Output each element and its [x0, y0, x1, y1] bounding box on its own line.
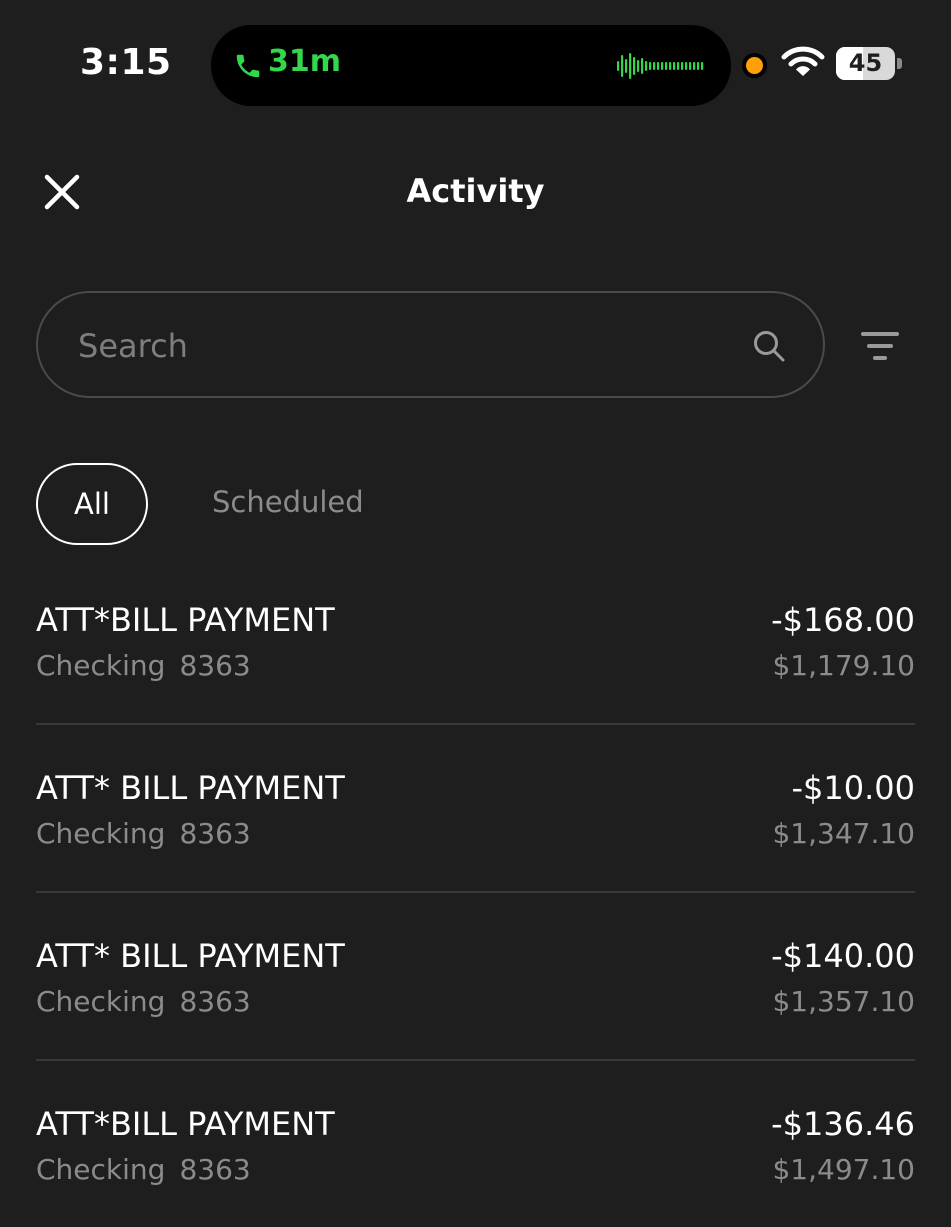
battery-icon: 45 [836, 47, 895, 80]
transaction-description: ATT* BILL PAYMENT [36, 769, 345, 807]
transaction-balance: $1,179.10 [772, 649, 915, 682]
status-time: 3:15 [80, 42, 172, 83]
phone-icon [236, 54, 260, 78]
transaction-amount: -$168.00 [771, 601, 915, 639]
account-name: Checking [36, 649, 166, 682]
waveform-bar [657, 62, 660, 70]
waveform-bar [673, 62, 676, 70]
transaction-balance: $1,347.10 [772, 817, 915, 850]
waveform-bar [701, 62, 704, 70]
transaction-description: ATT*BILL PAYMENT [36, 1105, 335, 1143]
waveform-bar [669, 62, 672, 70]
transaction-row[interactable]: ATT*BILL PAYMENT Checking 8363 -$168.00 $… [36, 555, 915, 723]
waveform-bar [617, 61, 620, 71]
transaction-account: Checking 8363 [36, 649, 251, 682]
waveform-bar [661, 62, 664, 70]
waveform-bar [641, 58, 644, 74]
transaction-row[interactable]: ATT*BILL PAYMENT Checking 8363 -$136.46 $… [36, 1059, 915, 1227]
battery-cap [897, 58, 902, 69]
waveform-bar [697, 62, 700, 70]
tab-all[interactable]: All [36, 463, 148, 545]
search-input[interactable] [78, 321, 718, 371]
waveform-icon [617, 53, 704, 79]
waveform-bar [625, 59, 628, 73]
waveform-bar [645, 61, 648, 71]
account-number: 8363 [179, 649, 251, 682]
filter-icon[interactable] [856, 324, 904, 368]
account-name: Checking [36, 817, 166, 850]
battery-level: 45 [848, 49, 883, 77]
transaction-amount: -$140.00 [771, 937, 915, 975]
transaction-description: ATT* BILL PAYMENT [36, 937, 345, 975]
account-number: 8363 [179, 1153, 251, 1186]
account-name: Checking [36, 985, 166, 1018]
transaction-balance: $1,497.10 [772, 1153, 915, 1186]
waveform-bar [637, 60, 640, 72]
waveform-bar [653, 62, 656, 70]
waveform-bar [689, 62, 692, 70]
transaction-account: Checking 8363 [36, 1153, 251, 1186]
privacy-indicator-dot [746, 57, 763, 74]
transaction-amount: -$10.00 [791, 769, 915, 807]
wifi-icon [781, 46, 825, 76]
waveform-bar [621, 55, 624, 77]
waveform-bar [693, 62, 696, 70]
transaction-account: Checking 8363 [36, 985, 251, 1018]
waveform-bar [677, 62, 680, 70]
transaction-description: ATT*BILL PAYMENT [36, 601, 335, 639]
waveform-bar [629, 53, 632, 79]
transaction-account: Checking 8363 [36, 817, 251, 850]
tab-scheduled[interactable]: Scheduled [212, 485, 364, 519]
transaction-amount: -$136.46 [771, 1105, 915, 1143]
account-number: 8363 [179, 817, 251, 850]
transaction-list: ATT*BILL PAYMENT Checking 8363 -$168.00 $… [36, 555, 915, 1227]
waveform-bar [633, 57, 636, 75]
waveform-bar [665, 62, 668, 70]
page-title: Activity [406, 172, 545, 210]
transaction-row[interactable]: ATT* BILL PAYMENT Checking 8363 -$10.00 $… [36, 723, 915, 891]
dynamic-island[interactable]: 31m [211, 25, 731, 106]
search-icon[interactable] [752, 329, 786, 363]
transaction-row[interactable]: ATT* BILL PAYMENT Checking 8363 -$140.00 … [36, 891, 915, 1059]
call-duration: 31m [268, 44, 342, 79]
account-number: 8363 [179, 985, 251, 1018]
search-box[interactable] [36, 291, 825, 398]
waveform-bar [681, 62, 684, 70]
transaction-balance: $1,357.10 [772, 985, 915, 1018]
waveform-bar [649, 62, 652, 70]
account-name: Checking [36, 1153, 166, 1186]
waveform-bar [685, 62, 688, 70]
